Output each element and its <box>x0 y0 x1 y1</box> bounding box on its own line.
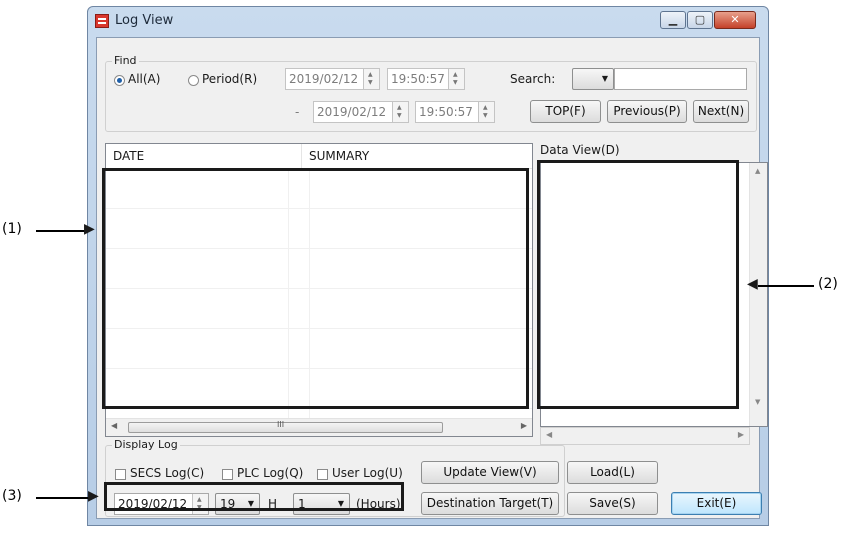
arrow-left-icon: ◀ <box>747 276 758 292</box>
window-title: Log View <box>115 13 174 28</box>
secs-log-checkbox[interactable] <box>115 469 126 480</box>
scroll-up-icon[interactable]: ▲ <box>755 167 760 175</box>
highlight-box-display-range <box>104 482 404 511</box>
update-view-button[interactable]: Update View(V) <box>421 461 559 484</box>
grip-icon: III <box>277 420 285 429</box>
search-type-dropdown[interactable]: ▼ <box>572 68 614 90</box>
scroll-right-icon[interactable]: ▶ <box>738 430 744 439</box>
data-view-vertical-scrollbar[interactable]: ▲ ▼ <box>749 163 767 426</box>
callout-line-3 <box>36 497 92 499</box>
maximize-button[interactable]: ▢ <box>687 11 713 29</box>
callout-label-3: (3) <box>2 488 22 504</box>
minimize-button[interactable]: ▁ <box>660 11 686 29</box>
all-radio[interactable] <box>114 75 125 86</box>
callout-line-2 <box>758 285 814 287</box>
search-label: Search: <box>510 72 556 86</box>
period-radio-label: Period(R) <box>202 72 258 86</box>
column-header-summary[interactable]: SUMMARY <box>302 144 532 168</box>
callout-line-1 <box>36 230 88 232</box>
callout-label-1: (1) <box>2 221 22 237</box>
from-time-field[interactable]: 19:50:57 ▲ ▼ <box>387 68 465 90</box>
app-icon <box>95 14 109 28</box>
previous-button[interactable]: Previous(P) <box>607 100 687 123</box>
from-date-spinner[interactable]: ▲ ▼ <box>363 69 379 89</box>
scroll-right-icon[interactable]: ▶ <box>521 421 527 430</box>
arrow-right-icon: ▶ <box>84 221 95 237</box>
all-radio-label: All(A) <box>128 72 161 86</box>
to-date-field[interactable]: 2019/02/12 ▲ ▼ <box>313 101 409 123</box>
to-time-spinner[interactable]: ▲ ▼ <box>478 102 494 122</box>
display-log-group-title: Display Log <box>112 438 180 451</box>
highlight-box-log-table <box>102 168 529 409</box>
scroll-left-icon[interactable]: ◀ <box>546 430 552 439</box>
find-group-title: Find <box>112 54 139 67</box>
from-date-field[interactable]: 2019/02/12 ▲ ▼ <box>285 68 380 90</box>
destination-target-button[interactable]: Destination Target(T) <box>421 492 559 515</box>
from-date-value: 2019/02/12 <box>289 72 359 86</box>
scroll-down-icon[interactable]: ▼ <box>755 398 760 406</box>
to-date-value: 2019/02/12 <box>317 105 387 119</box>
chevron-down-icon: ▼ <box>601 74 608 83</box>
scroll-left-icon[interactable]: ◀ <box>111 421 117 430</box>
period-radio[interactable] <box>188 75 199 86</box>
arrow-right-icon: ▶ <box>88 488 99 504</box>
search-input[interactable] <box>614 68 747 90</box>
data-view-horizontal-scrollbar[interactable]: ◀ ▶ <box>540 427 750 445</box>
next-button[interactable]: Next(N) <box>693 100 749 123</box>
plc-log-checkbox[interactable] <box>222 469 233 480</box>
exit-button[interactable]: Exit(E) <box>671 492 762 515</box>
from-time-spinner[interactable]: ▲ ▼ <box>448 69 464 89</box>
data-view-label: Data View(D) <box>540 143 620 157</box>
plc-log-label: PLC Log(Q) <box>237 466 304 480</box>
save-button[interactable]: Save(S) <box>567 492 658 515</box>
table-horizontal-scrollbar[interactable]: ◀ III ▶ <box>106 418 532 436</box>
user-log-checkbox[interactable] <box>317 469 328 480</box>
title-bar[interactable]: Log View ▁ ▢ ✕ <box>88 7 768 35</box>
top-button[interactable]: TOP(F) <box>530 100 601 123</box>
log-table-header: DATE SUMMARY <box>106 144 532 169</box>
to-date-spinner[interactable]: ▲ ▼ <box>392 102 408 122</box>
column-header-date[interactable]: DATE <box>106 144 302 168</box>
callout-label-2: (2) <box>818 276 838 292</box>
scroll-thumb[interactable]: III <box>128 420 443 433</box>
to-time-field[interactable]: 19:50:57 ▲ ▼ <box>415 101 495 123</box>
user-log-label: User Log(U) <box>332 466 403 480</box>
from-time-value: 19:50:57 <box>391 72 445 86</box>
highlight-box-data-view <box>537 160 739 409</box>
close-button[interactable]: ✕ <box>714 11 756 29</box>
to-time-value: 19:50:57 <box>419 105 473 119</box>
load-button[interactable]: Load(L) <box>567 461 658 484</box>
period-dash: - <box>295 105 300 119</box>
secs-log-label: SECS Log(C) <box>130 466 205 480</box>
